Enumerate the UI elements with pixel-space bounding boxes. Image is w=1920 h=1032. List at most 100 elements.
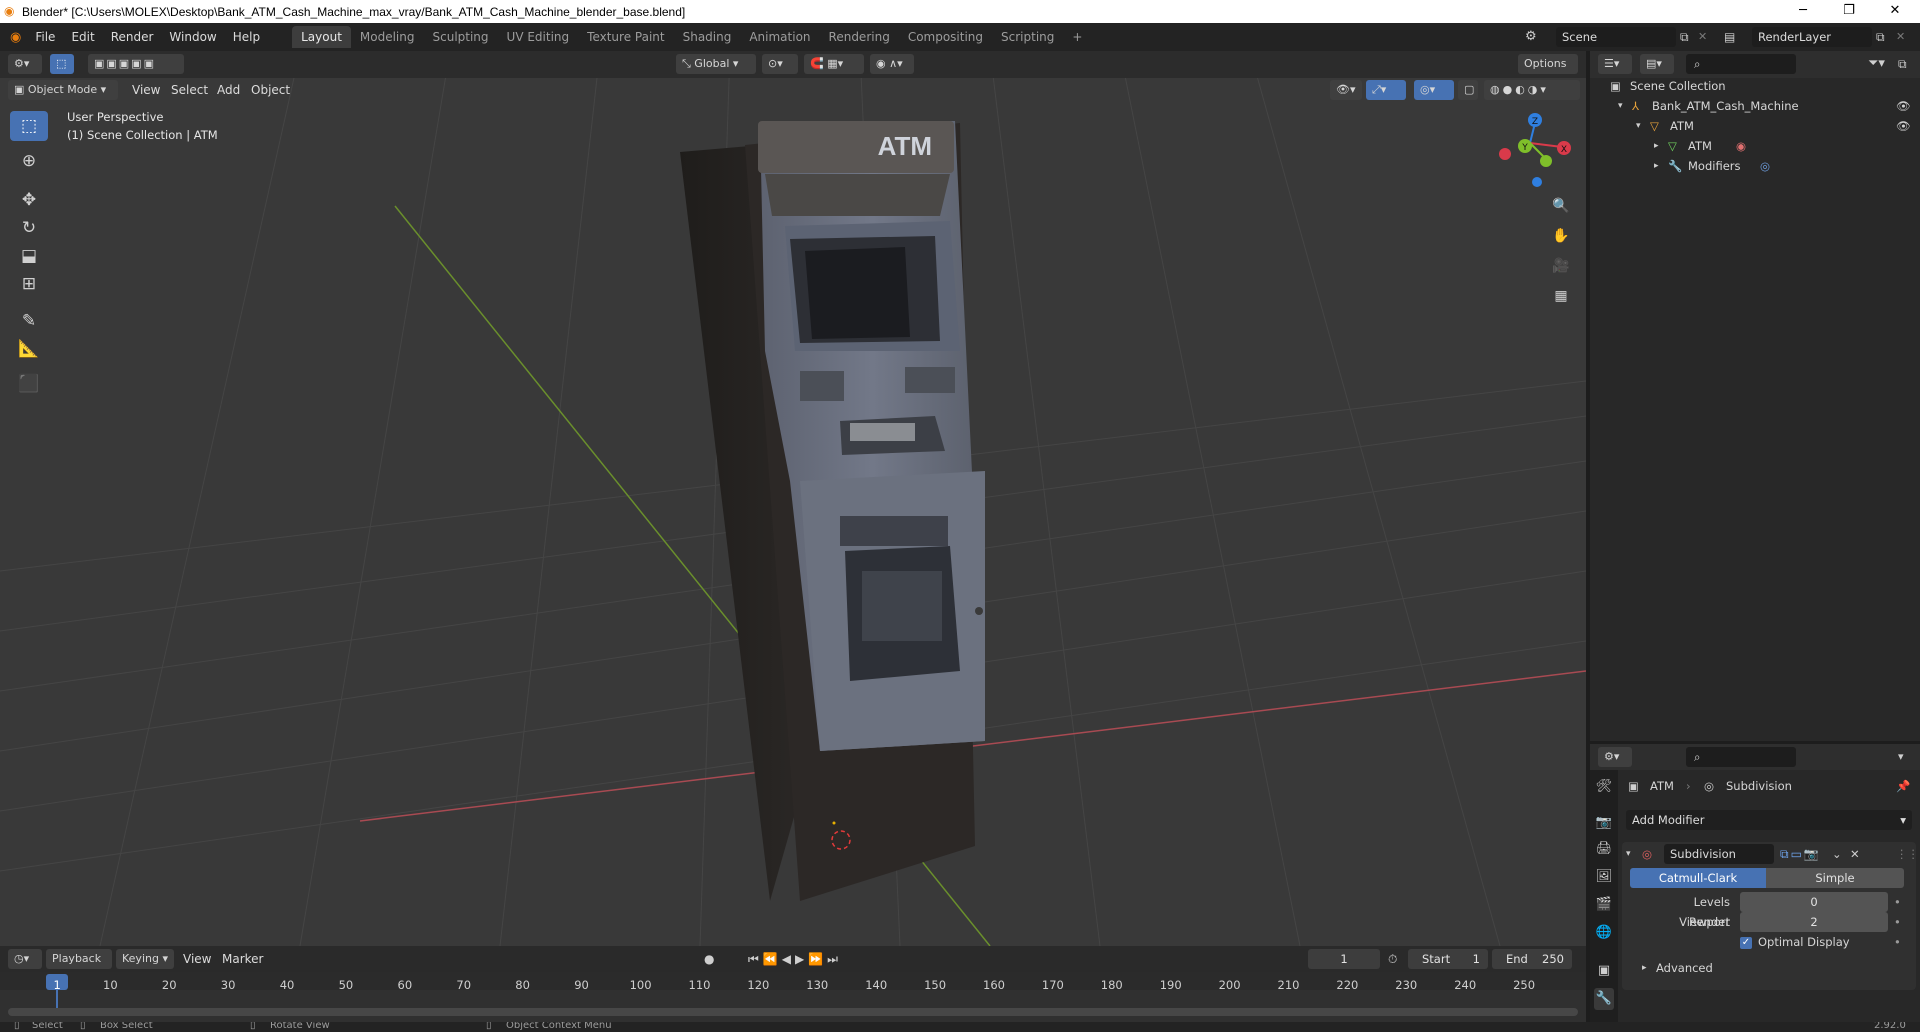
modifier-name-input[interactable]: Subdivision [1664,844,1774,864]
minimize-button[interactable]: ─ [1780,0,1826,23]
expand-advanced-chevron-icon[interactable]: ▸ [1642,958,1647,978]
overlay-toggle[interactable]: ◎▾ [1414,80,1454,100]
new-scene-icon[interactable]: ⧉ [1680,27,1698,47]
remove-modifier-icon[interactable]: ✕ [1850,844,1860,864]
tab-layout[interactable]: Layout [292,26,351,48]
filter-icon[interactable]: ⏷▾ [1868,54,1898,74]
close-button[interactable]: ✕ [1872,0,1918,23]
xray-toggle[interactable]: ▢ [1458,80,1478,100]
add-workspace-button[interactable]: + [1063,26,1091,48]
tool-tab-icon[interactable]: 🛠 [1594,776,1614,798]
editor-type-button[interactable]: ⚙▾ [8,54,42,74]
playback-controls[interactable]: ⏮⏪◀▶⏩⏭ [748,949,842,969]
outliner-item-scene-collection[interactable]: ▣ Scene Collection [1590,76,1920,96]
visibility-dropdown[interactable]: 👁▾ [1330,80,1362,100]
camera-view-icon[interactable]: 🎥 [1548,253,1574,279]
snapping-toggle[interactable]: 🧲 ▦▾ [804,54,864,74]
playback-menu[interactable]: Playback ▾ [46,949,112,985]
transform-tool-icon[interactable]: ⊞ [10,269,48,299]
tab-texture-paint[interactable]: Texture Paint [578,26,673,48]
menu-render[interactable]: Render [103,30,162,44]
select-box-tool-icon[interactable]: ⬚ [10,111,48,141]
scale-tool-icon[interactable]: ⬓ [10,241,48,271]
levels-viewport-field[interactable]: 0 [1740,892,1888,912]
delete-view-layer-icon[interactable]: ✕ [1896,27,1910,47]
catmull-clark-button[interactable]: Catmull-Clark [1630,868,1766,888]
advanced-section-label[interactable]: Advanced [1656,958,1713,978]
outliner-item-bank-atm[interactable]: ▾ ⅄ Bank_ATM_Cash_Machine 👁 [1590,96,1920,116]
tab-uv-editing[interactable]: UV Editing [498,26,579,48]
expand-chevron-icon[interactable]: ▾ [1618,96,1623,116]
preview-range-icon[interactable]: ⏱ [1388,949,1397,969]
properties-editor-type-button[interactable]: ⚙▾ [1598,747,1632,767]
blender-menu-icon[interactable]: ◉ [0,30,27,45]
expand-chevron-icon[interactable]: ▸ [1654,156,1659,176]
tab-modeling[interactable]: Modeling [351,26,424,48]
menu-window[interactable]: Window [161,30,224,44]
delete-scene-icon[interactable]: ✕ [1698,27,1712,47]
zoom-icon[interactable]: 🔍 [1548,193,1574,219]
menu-edit[interactable]: Edit [63,30,102,44]
keyframe-dot-icon[interactable]: • [1894,912,1901,932]
expand-chevron-icon[interactable]: ▸ [1654,136,1659,156]
select-tool-icon[interactable]: ⬚ [50,54,74,74]
world-tab-icon[interactable]: 🌐 [1594,922,1614,944]
record-icon[interactable]: ● [704,949,714,969]
drag-handle-icon[interactable]: ⋮⋮ [1896,844,1919,864]
timeline-menu-marker[interactable]: Marker [222,949,263,969]
modifier-tab-icon[interactable]: 🔧 [1594,988,1614,1010]
viewport-menu-view[interactable]: View [132,80,160,100]
modifier-visibility-toggles[interactable]: ⧉▭📷 [1780,844,1821,864]
menu-help[interactable]: Help [225,30,268,44]
move-tool-icon[interactable]: ✥ [10,185,48,215]
viewport-menu-object[interactable]: Object [251,80,290,100]
visibility-eye-icon[interactable]: 👁 [1896,96,1911,116]
tab-compositing[interactable]: Compositing [899,26,992,48]
expand-chevron-icon[interactable]: ▾ [1636,116,1641,136]
end-frame-field[interactable]: End 250 [1492,949,1572,969]
options-dropdown[interactable]: Options ▾ [1518,54,1578,90]
tab-scripting[interactable]: Scripting [992,26,1063,48]
new-view-layer-icon[interactable]: ⧉ [1876,27,1894,47]
object-mode-dropdown[interactable]: ▣ Object Mode ▾ [8,80,118,100]
cursor-tool-icon[interactable]: ⊕ [10,146,48,176]
annotate-tool-icon[interactable]: ✎ [10,306,48,336]
optimal-display-checkbox[interactable]: ✓ [1740,937,1752,949]
menu-file[interactable]: File [27,30,63,44]
tab-animation[interactable]: Animation [740,26,819,48]
3d-viewport[interactable]: ATM Z X Y ⚙▾ ⬚ ▣▣▣▣▣ ⤡ Global ▾ ⊙▾ 🧲 ▦▾ … [0,51,1586,946]
timeline-editor-type-button[interactable]: ◷▾ [8,949,42,969]
add-cube-tool-icon[interactable]: ⬛ [10,369,48,399]
current-frame-field[interactable]: 1 [1308,949,1380,969]
object-tab-icon[interactable]: ▣ [1594,960,1614,982]
modifier-menu-chevron-icon[interactable]: ⌄ [1832,844,1842,864]
tab-shading[interactable]: Shading [674,26,741,48]
pivot-point-dropdown[interactable]: ⊙▾ [762,54,798,74]
scene-field[interactable]: Scene [1556,27,1676,47]
render-tab-icon[interactable]: 📷 [1594,812,1614,834]
timeline-scrollbar[interactable] [8,1008,1578,1016]
keyframe-dot-icon[interactable]: • [1894,932,1901,952]
display-mode-dropdown[interactable]: ▤▾ [1640,54,1674,74]
view-layer-tab-icon[interactable]: 🖼 [1594,866,1614,888]
visibility-eye-icon[interactable]: 👁 [1896,116,1911,136]
scene-tab-icon[interactable]: 🎬 [1594,894,1614,916]
outliner-item-modifiers[interactable]: ▸ 🔧 Modifiers ◎ [1590,156,1920,176]
pan-hand-icon[interactable]: ✋ [1548,223,1574,249]
render-levels-field[interactable]: 2 [1740,912,1888,932]
new-collection-icon[interactable]: ⧉ [1898,54,1916,74]
proportional-editing-toggle[interactable]: ◉ ∧▾ [870,54,914,74]
gizmo-toggle[interactable]: ⤢▾ [1366,80,1406,100]
selection-mode-buttons[interactable]: ▣▣▣▣▣ [88,54,184,74]
outliner-item-atm-mesh[interactable]: ▸ ▽ ATM ◉ [1590,136,1920,156]
start-frame-field[interactable]: Start 1 [1408,949,1488,969]
simple-button[interactable]: Simple [1766,868,1904,888]
render-layer-field[interactable]: RenderLayer [1752,27,1872,47]
output-tab-icon[interactable]: 🖨 [1594,838,1614,860]
rotate-tool-icon[interactable]: ↻ [10,213,48,243]
outliner-item-atm-object[interactable]: ▾ ▽ ATM 👁 [1590,116,1920,136]
properties-options-chevron-icon[interactable]: ▾ [1898,747,1916,767]
outliner-search-input[interactable]: ⌕ [1686,54,1796,74]
shading-mode-buttons[interactable]: ◍●◐◑▾ [1484,80,1580,100]
tab-sculpting[interactable]: Sculpting [424,26,498,48]
